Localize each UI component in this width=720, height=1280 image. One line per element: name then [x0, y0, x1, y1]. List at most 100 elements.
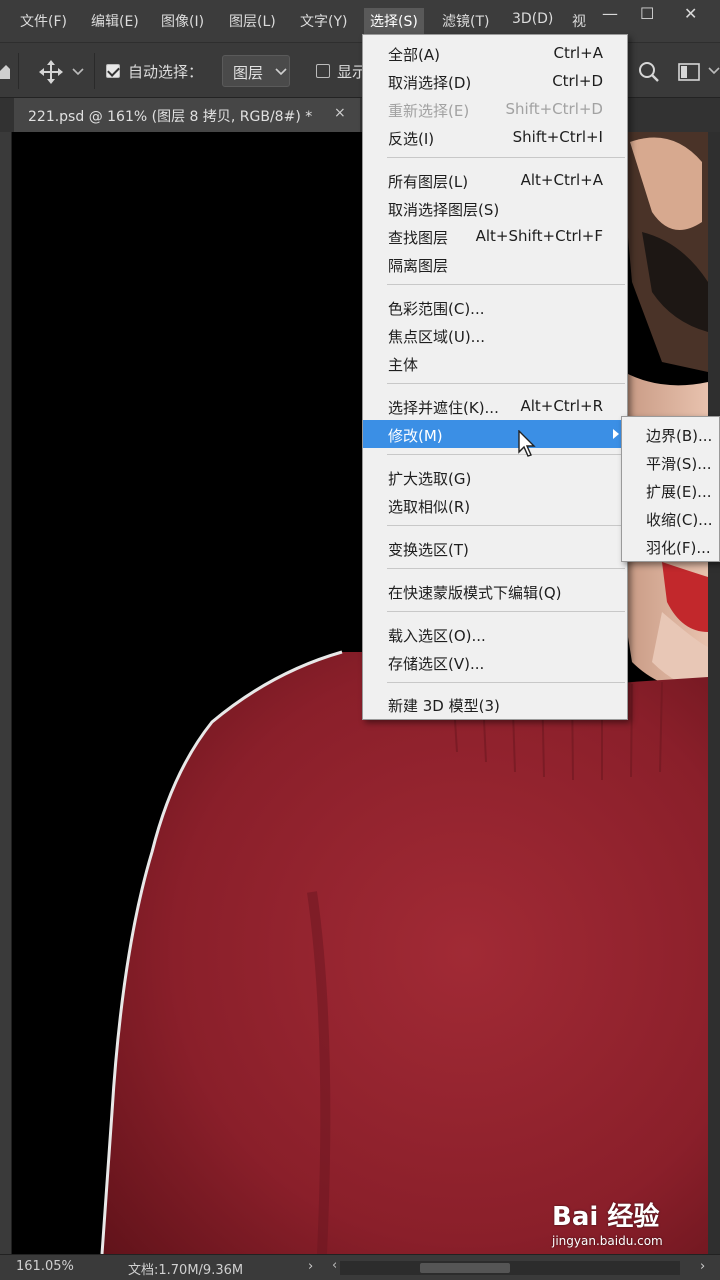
- menu-select[interactable]: 选择(S): [364, 8, 424, 34]
- menu-item-shortcut: Ctrl+D: [552, 72, 603, 90]
- minimize-button[interactable]: —: [590, 0, 630, 30]
- chevron-down-icon: [275, 68, 287, 76]
- menu-item-select-and-mask[interactable]: 选择并遮住(K)... Alt+Ctrl+R: [363, 392, 627, 420]
- mouse-cursor-icon: [518, 430, 536, 457]
- chevron-down-icon[interactable]: [708, 67, 720, 75]
- menu-item-select-all[interactable]: 全部(A) Ctrl+A: [363, 39, 627, 67]
- menu-item-inverse[interactable]: 反选(I) Shift+Ctrl+I: [363, 123, 627, 151]
- menu-item-label: 隔离图层: [388, 257, 449, 275]
- menu-item-label: 新建 3D 模型(3): [388, 697, 500, 715]
- menu-divider: [387, 284, 625, 285]
- tools-panel-edge[interactable]: [0, 132, 12, 1254]
- maximize-button[interactable]: ☐: [628, 0, 668, 30]
- baidu-jingyan-watermark: Bai 经验 jingyan.baidu.com: [552, 1196, 712, 1266]
- menu-item-label: 选择并遮住(K)...: [388, 399, 499, 417]
- menu-item-label: 色彩范围(C)...: [388, 300, 485, 318]
- menu-filter[interactable]: 滤镜(T): [442, 11, 489, 31]
- submenu-item-feather[interactable]: 羽化(F)...: [622, 532, 719, 560]
- submenu-item-expand[interactable]: 扩展(E)...: [622, 476, 719, 504]
- menu-item-label: 全部(A): [388, 46, 440, 64]
- menu-view[interactable]: 视: [572, 11, 586, 31]
- menu-divider: [387, 525, 625, 526]
- menu-item-similar[interactable]: 选取相似(R): [363, 491, 627, 519]
- select-menu: 全部(A) Ctrl+A 取消选择(D) Ctrl+D 重新选择(E) Shif…: [362, 34, 628, 720]
- document-info: 文档:1.70M/9.36M: [128, 1263, 244, 1278]
- menu-item-find-layers[interactable]: 查找图层 Alt+Shift+Ctrl+F: [363, 222, 627, 250]
- menu-item-label: 收缩(C)...: [646, 511, 713, 529]
- menu-item-label: 变换选区(T): [388, 541, 469, 559]
- document-tab-title: 221.psd @ 161% (图层 8 拷贝, RGB/8#) *: [28, 109, 313, 125]
- auto-select-label: 自动选择：: [128, 63, 204, 81]
- menu-item-color-range[interactable]: 色彩范围(C)...: [363, 293, 627, 321]
- menu-item-all-layers[interactable]: 所有图层(L) Alt+Ctrl+A: [363, 166, 627, 194]
- menu-item-new-3d-extrusion[interactable]: 新建 3D 模型(3): [363, 690, 627, 718]
- menu-file[interactable]: 文件(F): [20, 11, 67, 31]
- home-icon[interactable]: [0, 63, 10, 79]
- submenu-item-border[interactable]: 边界(B)...: [622, 420, 719, 448]
- menu-item-label: 平滑(S)...: [646, 455, 712, 473]
- close-window-button[interactable]: ✕: [672, 0, 712, 30]
- close-tab-icon[interactable]: ×: [334, 105, 346, 121]
- right-panel-edge: [708, 132, 720, 1254]
- modify-submenu: 边界(B)... 平滑(S)... 扩展(E)... 收缩(C)... 羽化(F…: [621, 416, 720, 562]
- menu-edit[interactable]: 编辑(E): [91, 11, 139, 31]
- menu-item-shortcut: Shift+Ctrl+D: [505, 100, 603, 118]
- menu-item-shortcut: Alt+Ctrl+A: [520, 171, 603, 189]
- menu-divider: [387, 682, 625, 683]
- auto-select-target-value: 图层: [233, 64, 264, 82]
- menu-item-shortcut: Shift+Ctrl+I: [512, 128, 603, 146]
- menu-item-label: 在快速蒙版模式下编辑(Q): [388, 584, 562, 602]
- scroll-left-icon[interactable]: ‹: [332, 1258, 337, 1273]
- watermark-logo-text: Bai 经验: [552, 1202, 660, 1232]
- menu-item-isolate-layers[interactable]: 隔离图层: [363, 250, 627, 278]
- maximize-icon: ☐: [640, 4, 655, 23]
- menu-item-deselect[interactable]: 取消选择(D) Ctrl+D: [363, 67, 627, 95]
- show-transform-checkbox[interactable]: [316, 64, 330, 78]
- menu-3d[interactable]: 3D(D): [512, 11, 553, 27]
- menu-divider: [387, 568, 625, 569]
- menu-type[interactable]: 文字(Y): [300, 11, 347, 31]
- menu-item-label: 主体: [388, 356, 419, 374]
- auto-select-target-dropdown[interactable]: 图层: [222, 55, 290, 87]
- menu-item-label: 修改(M): [388, 427, 443, 445]
- move-tool-icon[interactable]: [38, 59, 64, 85]
- menu-item-label: 扩大选取(G): [388, 470, 472, 488]
- menu-item-label: 取消选择图层(S): [388, 201, 500, 219]
- menu-image[interactable]: 图像(I): [161, 11, 204, 31]
- watermark-url: jingyan.baidu.com: [552, 1234, 663, 1248]
- menu-item-reselect: 重新选择(E) Shift+Ctrl+D: [363, 95, 627, 123]
- menu-item-focus-area[interactable]: 焦点区域(U)...: [363, 321, 627, 349]
- submenu-item-contract[interactable]: 收缩(C)...: [622, 504, 719, 532]
- menu-divider: [387, 611, 625, 612]
- menu-item-transform-selection[interactable]: 变换选区(T): [363, 534, 627, 562]
- menu-item-label: 焦点区域(U)...: [388, 328, 485, 346]
- menu-item-shortcut: Ctrl+A: [553, 44, 603, 62]
- menu-item-grow[interactable]: 扩大选取(G): [363, 463, 627, 491]
- menu-item-shortcut: Alt+Shift+Ctrl+F: [475, 227, 603, 245]
- auto-select-checkbox[interactable]: [106, 64, 120, 78]
- menu-divider: [387, 157, 625, 158]
- menu-divider: [387, 383, 625, 384]
- menu-item-label: 存储选区(V)...: [388, 655, 485, 673]
- menu-item-label: 查找图层: [388, 229, 449, 247]
- menu-item-deselect-layers[interactable]: 取消选择图层(S): [363, 194, 627, 222]
- menu-item-label: 载入选区(O)...: [388, 627, 486, 645]
- menu-layer[interactable]: 图层(L): [229, 11, 276, 31]
- submenu-item-smooth[interactable]: 平滑(S)...: [622, 448, 719, 476]
- chevron-down-icon[interactable]: [72, 68, 84, 76]
- document-tab[interactable]: 221.psd @ 161% (图层 8 拷贝, RGB/8#) * ×: [14, 98, 360, 132]
- menu-item-label: 羽化(F)...: [646, 539, 711, 557]
- menu-divider: [387, 454, 625, 455]
- menu-item-quick-mask[interactable]: 在快速蒙版模式下编辑(Q): [363, 577, 627, 605]
- menu-item-modify[interactable]: 修改(M): [363, 420, 627, 448]
- menu-item-label: 所有图层(L): [388, 173, 469, 191]
- scrollbar-thumb[interactable]: [420, 1263, 510, 1273]
- menu-item-load-selection[interactable]: 载入选区(O)...: [363, 620, 627, 648]
- menu-item-label: 反选(I): [388, 130, 435, 148]
- menu-item-save-selection[interactable]: 存储选区(V)...: [363, 648, 627, 676]
- menu-item-subject[interactable]: 主体: [363, 349, 627, 377]
- search-icon[interactable]: [638, 61, 660, 83]
- workspace-icon[interactable]: [678, 63, 700, 81]
- status-menu-arrow-icon[interactable]: ›: [308, 1259, 313, 1274]
- zoom-level[interactable]: 161.05%: [16, 1259, 74, 1274]
